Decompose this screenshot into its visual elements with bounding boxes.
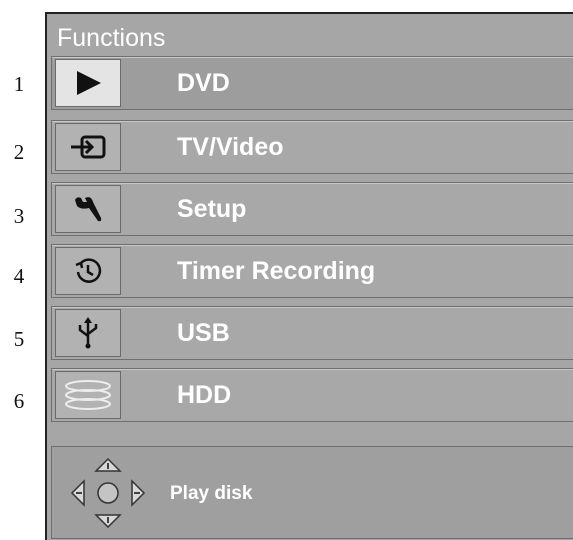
timer-icon xyxy=(55,247,121,295)
menu-item-label: TV/Video xyxy=(177,133,284,161)
menu-item-label: Timer Recording xyxy=(177,257,376,285)
item-number-1: 1 xyxy=(13,72,25,96)
menu-item-hdd[interactable]: HDD xyxy=(51,368,573,422)
menu-title: Functions xyxy=(57,24,166,52)
usb-icon xyxy=(55,309,121,357)
play-icon xyxy=(55,59,121,107)
functions-menu: Functions DVD TV/Video Setup Timer Recor… xyxy=(45,12,573,540)
item-number-4: 4 xyxy=(13,264,25,288)
item-number-6: 6 xyxy=(13,389,25,413)
menu-item-label: USB xyxy=(177,319,230,347)
wrench-icon xyxy=(55,185,121,233)
hint-bar: Play disk xyxy=(51,446,573,539)
menu-item-dvd[interactable]: DVD xyxy=(51,56,573,110)
item-number-3: 3 xyxy=(13,204,25,228)
menu-item-label: DVD xyxy=(177,69,230,97)
dpad-icon xyxy=(70,457,146,529)
menu-item-usb[interactable]: USB xyxy=(51,306,573,360)
menu-item-timer-recording[interactable]: Timer Recording xyxy=(51,244,573,298)
menu-item-label: HDD xyxy=(177,381,232,409)
hdd-icon xyxy=(55,371,121,419)
menu-item-label: Setup xyxy=(177,195,247,223)
menu-item-tv-video[interactable]: TV/Video xyxy=(51,120,573,174)
item-number-5: 5 xyxy=(13,327,25,351)
item-number-2: 2 xyxy=(13,140,25,164)
input-icon xyxy=(55,123,121,171)
menu-item-setup[interactable]: Setup xyxy=(51,182,573,236)
hint-text: Play disk xyxy=(170,483,253,504)
